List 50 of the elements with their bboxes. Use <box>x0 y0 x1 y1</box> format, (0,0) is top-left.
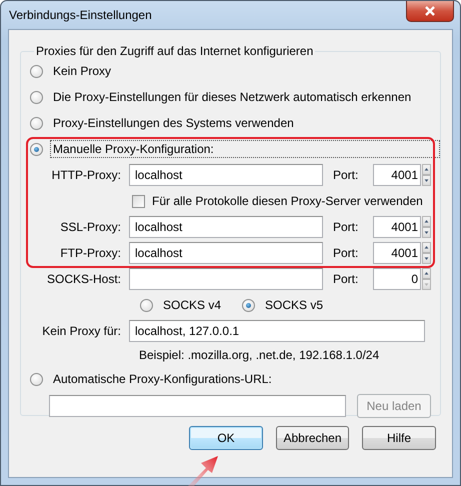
field-label: SSL-Proxy: <box>59 219 121 236</box>
spin-up-icon[interactable] <box>422 216 431 227</box>
field-label: Kein Proxy für: <box>41 324 121 338</box>
radio-button[interactable] <box>30 90 43 104</box>
radio-button[interactable] <box>30 372 43 386</box>
host-field[interactable] <box>129 268 323 290</box>
close-icon <box>424 6 436 16</box>
group-title: Proxies für den Zugriff auf das Internet konfigurieren <box>35 44 314 58</box>
dialog-button[interactable]: OK <box>189 426 263 450</box>
port-label: Port: <box>333 219 360 236</box>
radio-button[interactable] <box>30 142 43 156</box>
checkbox[interactable] <box>132 194 145 208</box>
radio-label: Proxy-Einstellungen des Systems verwenden <box>52 115 295 132</box>
port-field[interactable]: 0 <box>373 268 421 290</box>
host-field[interactable]: localhost <box>129 216 323 238</box>
field-label: SOCKS-Host: <box>46 271 121 288</box>
radio-button[interactable] <box>30 116 43 130</box>
radio-button[interactable] <box>140 298 153 312</box>
spin-down-icon[interactable] <box>422 227 431 238</box>
port-field[interactable]: 4001 <box>373 216 421 238</box>
dialog-button[interactable]: Hilfe <box>362 426 436 450</box>
window-title: Verbindungs-Einstellungen <box>8 8 152 22</box>
spin-down-icon[interactable] <box>422 175 431 186</box>
port-field[interactable]: 4001 <box>373 242 421 264</box>
spin-up-icon[interactable] <box>422 164 431 175</box>
radio-button[interactable] <box>30 64 43 78</box>
radio-button[interactable] <box>242 298 256 312</box>
port-label: Port: <box>333 271 360 288</box>
spin-up-icon[interactable] <box>422 268 431 279</box>
url-field[interactable] <box>49 395 346 417</box>
host-field[interactable]: localhost <box>129 242 323 264</box>
field-label: HTTP-Proxy: <box>50 167 121 184</box>
host-field[interactable]: localhost <box>129 164 323 186</box>
port-field[interactable]: 4001 <box>373 164 421 186</box>
radio-label: Kein Proxy <box>52 63 112 80</box>
dialog-button[interactable]: Abbrechen <box>276 426 349 450</box>
field-label: FTP-Proxy: <box>59 245 121 262</box>
checkbox-label: Für alle Protokolle diesen Proxy-Server verwenden <box>152 194 423 208</box>
port-label: Port: <box>333 167 360 184</box>
spin-down-icon[interactable] <box>422 253 431 264</box>
radio-label: Automatische Proxy-Konfigurations-URL: <box>52 371 273 388</box>
radio-label: Manuelle Proxy-Konfiguration: <box>50 140 440 158</box>
port-label: Port: <box>333 245 360 262</box>
no-proxy-field[interactable]: localhost, 127.0.0.1 <box>129 320 425 342</box>
radio-label: SOCKS v5 <box>264 297 324 314</box>
spin-up-icon[interactable] <box>422 242 431 253</box>
close-button[interactable] <box>406 1 454 22</box>
example-text: Beispiel: .mozilla.org, .net.de, 192.168.1.0/24 <box>139 347 380 364</box>
radio-label: Die Proxy-Einstellungen für dieses Netzwerk automatisch erkennen <box>52 89 412 106</box>
radio-label: SOCKS v4 <box>162 297 222 314</box>
